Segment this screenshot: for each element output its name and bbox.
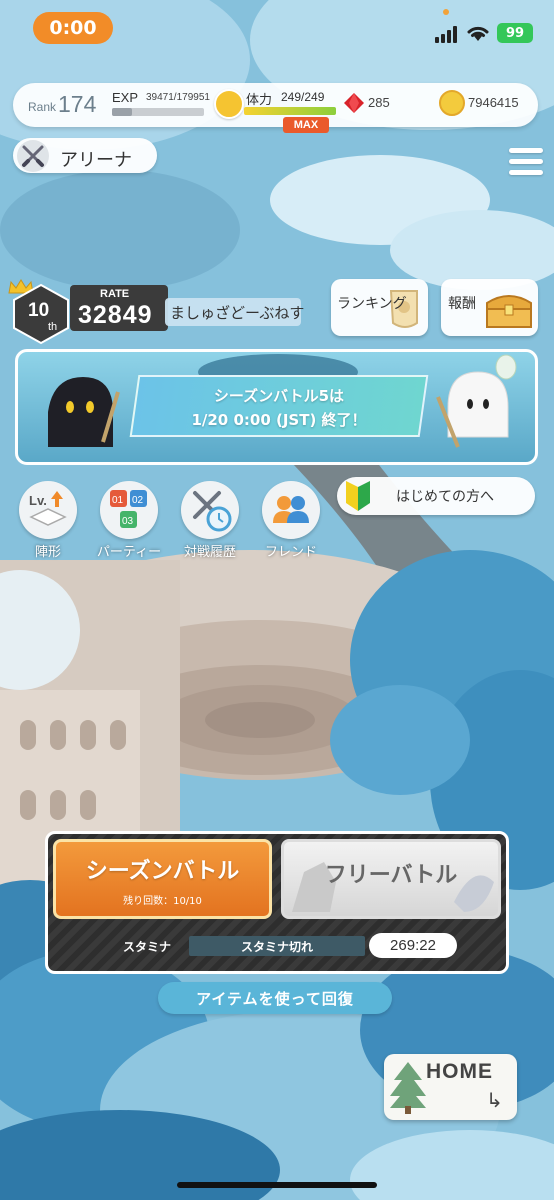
beginner-guide-label: はじめての方へ [396, 489, 494, 505]
formation-icon: Lv. [29, 491, 67, 526]
rate-label: RATE [100, 288, 130, 300]
season-battle-label: シーズンバトル [85, 859, 240, 884]
free-battle-label: フリーバトル [324, 863, 458, 888]
arena-background-scene [0, 0, 554, 1200]
ranking-button-label: ランキング [337, 296, 407, 312]
friends-label: フレンド [264, 545, 317, 560]
banner-title: シーズンバトル5は [213, 387, 345, 405]
battery-indicator: 99 [497, 23, 533, 43]
stamina-empty-text: スタミナ切れ [240, 940, 313, 954]
exp-value: 39471/179951 [146, 92, 210, 103]
party-icon: 01 02 03 [110, 490, 147, 528]
arena-position-suffix: th [48, 321, 58, 333]
party-label: パーティー [96, 545, 162, 560]
home-label: HOME [426, 1060, 493, 1083]
treasure-chest-icon [486, 295, 532, 328]
stamina-max-badge: MAX [283, 117, 329, 133]
svg-text:03: 03 [122, 516, 134, 527]
stamina-icon[interactable] [214, 89, 244, 119]
battle-history-button[interactable] [181, 481, 239, 539]
rate-value: 32849 [78, 301, 153, 329]
svg-text:Lv.: Lv. [29, 493, 47, 508]
system-home-indicator [177, 1182, 377, 1188]
gem-count: 285 [368, 95, 390, 110]
player-rank-label: Rank [28, 100, 57, 114]
beginner-mark-icon [346, 481, 370, 511]
banner-end-date: 1/20 0:00 (JST) 終了！ [191, 411, 367, 429]
wifi-icon [467, 26, 489, 41]
season-remaining-count: 残り回数：10/10 [123, 896, 202, 907]
privacy-indicator-dot [443, 9, 449, 15]
formation-button[interactable]: Lv. [19, 481, 77, 539]
reward-button-label: 報酬 [448, 296, 476, 312]
stamina-label: 体力 [246, 93, 273, 108]
battle-history-label: 対戦履歴 [183, 545, 236, 560]
cellular-signal-icon [435, 26, 457, 43]
player-name: ましゅざどーぶねす [170, 304, 305, 322]
svg-text:02: 02 [132, 495, 144, 506]
battle-history-icon [193, 491, 232, 532]
stamina-timer: 269:22 [390, 937, 436, 954]
return-arrow-icon: ↳ [486, 1088, 503, 1112]
coin-icon[interactable] [439, 90, 465, 116]
player-rank-value: 174 [58, 91, 97, 117]
friends-icon [273, 496, 309, 523]
arena-mode-label: アリーナ [60, 150, 132, 171]
coin-count: 7946415 [468, 95, 519, 110]
exp-progress-fill [112, 108, 132, 116]
svg-text:01: 01 [112, 495, 124, 506]
friends-button[interactable] [262, 481, 320, 539]
stamina-panel-label: スタミナ [123, 940, 172, 954]
crossed-swords-icon [17, 140, 49, 172]
stamina-value: 249/249 [281, 90, 325, 104]
gem-icon[interactable] [343, 92, 365, 114]
party-button[interactable]: 01 02 03 [100, 481, 158, 539]
status-clock: 0:00 [33, 12, 113, 44]
hamburger-menu-icon[interactable] [509, 148, 543, 178]
exp-label: EXP [112, 90, 139, 105]
tree-icon [390, 1062, 426, 1114]
stamina-progress-bar [244, 107, 336, 115]
arena-position-number: 10 [28, 300, 50, 321]
formation-label: 陣形 [34, 545, 61, 560]
recover-with-item-label: アイテムを使って回復 [196, 990, 354, 1008]
